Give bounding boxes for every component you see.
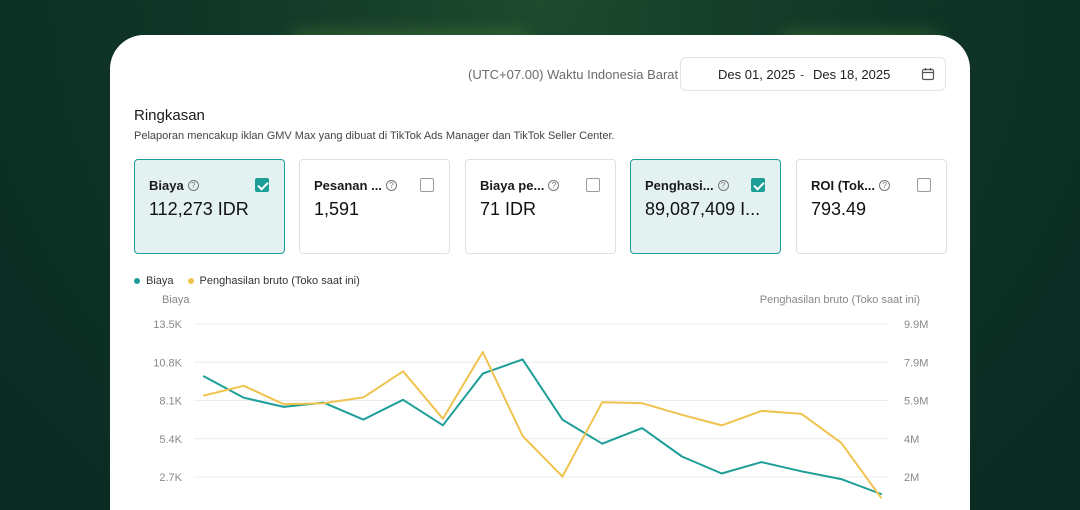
metric-label: Biaya pe... xyxy=(480,178,545,193)
section-title: Ringkasan xyxy=(134,107,205,124)
date-start: Des 01, 2025 xyxy=(718,67,796,82)
legend-label: Penghasilan bruto (Toko saat ini) xyxy=(199,275,360,287)
metric-checkbox[interactable] xyxy=(255,178,269,192)
metric-value: 71 IDR xyxy=(480,199,537,219)
legend-item-penghasilan[interactable]: Penghasilan bruto (Toko saat ini) xyxy=(187,275,360,287)
calendar-icon xyxy=(921,68,935,81)
metric-label: Pesanan ... xyxy=(314,178,382,193)
report-card: (UTC+07.00) Waktu Indonesia Barat Des 01… xyxy=(110,35,970,510)
right-tick-label: 2M xyxy=(904,472,919,484)
help-icon[interactable]: ? xyxy=(187,180,199,191)
metric-card-biaya-per[interactable]: Biaya pe... ? 71 IDR xyxy=(465,159,616,254)
date-separator: - xyxy=(800,67,805,82)
left-tick-label: 10.8K xyxy=(153,357,182,369)
left-tick-label: 8.1K xyxy=(159,396,182,408)
line-chart: 13.5K 9.9M 10.8K 7.9M 8.1K 5.9M 5.4K 4M 2.7K 2M xyxy=(153,319,928,499)
metric-card-penghasilan[interactable]: Penghasi... ? 89,087,409 I... xyxy=(630,159,781,254)
right-tick-label: 9.9M xyxy=(904,319,928,331)
legend-item-biaya[interactable]: Biaya xyxy=(134,275,174,287)
help-icon[interactable]: ? xyxy=(385,180,397,191)
help-icon[interactable]: ? xyxy=(717,180,729,191)
legend-label: Biaya xyxy=(146,275,174,287)
left-tick-label: 2.7K xyxy=(159,472,182,484)
metric-checkbox[interactable] xyxy=(917,178,931,192)
metric-card-roi[interactable]: ROI (Tok... ? 793.49 xyxy=(796,159,947,254)
metric-value: 1,591 xyxy=(314,199,360,219)
right-tick-label: 7.9M xyxy=(904,357,928,369)
help-icon[interactable]: ? xyxy=(879,180,891,191)
metric-checkbox[interactable] xyxy=(751,178,765,192)
right-tick-label: 4M xyxy=(904,434,919,446)
section-description: Pelaporan mencakup iklan GMV Max yang di… xyxy=(134,130,615,142)
date-range-picker[interactable]: Des 01, 2025 - Des 18, 2025 xyxy=(680,57,946,91)
timezone-label: (UTC+07.00) Waktu Indonesia Barat xyxy=(468,67,679,82)
metric-label: ROI (Tok... xyxy=(811,178,876,193)
help-icon[interactable]: ? xyxy=(548,180,560,191)
legend-dot xyxy=(187,278,194,284)
metric-checkbox[interactable] xyxy=(420,178,434,192)
chart-legend: Biaya Penghasilan bruto (Toko saat ini) xyxy=(134,275,360,287)
metric-label: Biaya xyxy=(149,178,184,193)
metric-value: 793.49 xyxy=(811,199,867,219)
metric-card-pesanan[interactable]: Pesanan ... ? 1,591 xyxy=(299,159,450,254)
left-tick-label: 5.4K xyxy=(159,434,182,446)
series-line-penghasilan xyxy=(203,351,882,499)
series-line-biaya xyxy=(203,358,882,495)
right-tick-label: 5.9M xyxy=(904,396,928,408)
metric-label: Penghasi... xyxy=(645,178,714,193)
metric-value: 89,087,409 I... xyxy=(645,199,761,219)
date-end: Des 18, 2025 xyxy=(813,67,891,82)
legend-dot xyxy=(134,278,140,284)
metric-checkbox[interactable] xyxy=(586,178,600,192)
metric-value: 112,273 IDR xyxy=(149,199,249,219)
left-tick-label: 13.5K xyxy=(153,319,182,331)
metric-card-biaya[interactable]: Biaya ? 112,273 IDR xyxy=(134,159,285,254)
